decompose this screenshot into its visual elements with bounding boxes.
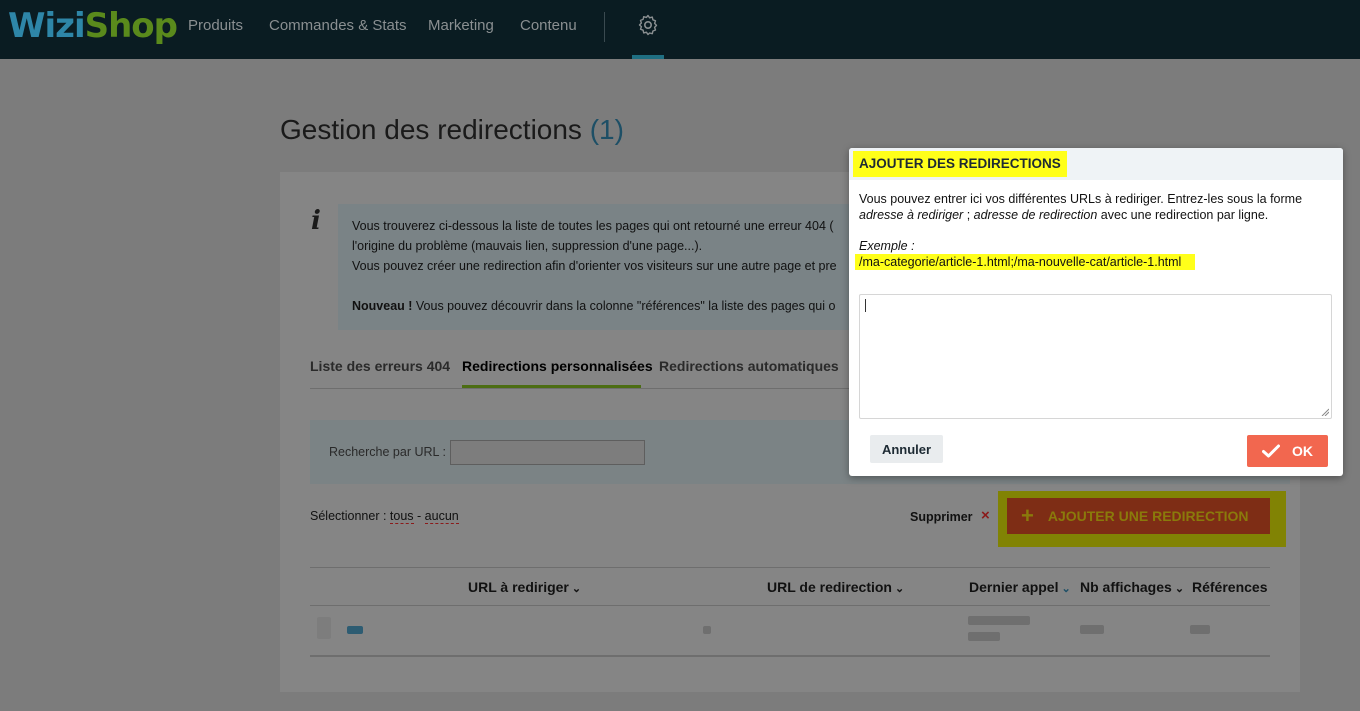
modal-instructions: Vous pouvez entrer ici vos différentes U…: [859, 192, 1303, 222]
col-url-destination[interactable]: URL de redirection ⌄: [767, 579, 904, 595]
cancel-button[interactable]: Annuler: [870, 435, 943, 463]
ok-button[interactable]: OK: [1247, 435, 1328, 467]
row-checkbox[interactable]: [317, 617, 331, 639]
chevron-down-icon: ⌄: [1061, 583, 1071, 595]
row-arrow: [703, 626, 711, 634]
chevron-down-icon: ⌄: [1174, 583, 1185, 595]
redirections-textarea[interactable]: [859, 294, 1332, 419]
selection-controls: Sélectionner : tous - aucun: [310, 509, 459, 524]
redirect-count: (1): [589, 114, 624, 145]
tab-erreurs-404[interactable]: Liste des erreurs 404: [310, 358, 450, 374]
delete-icon[interactable]: ×: [981, 507, 990, 524]
nav-contenu[interactable]: Contenu: [520, 17, 577, 34]
resize-handle-icon[interactable]: [1321, 408, 1329, 416]
row-last-call: [968, 616, 1030, 625]
example-label: Exemple :: [859, 239, 915, 253]
tab-redirections-automatiques[interactable]: Redirections automatiques: [659, 358, 839, 374]
add-redirect-button[interactable]: + AJOUTER UNE REDIRECTION: [1007, 498, 1270, 534]
row-last-call-time: [968, 632, 1000, 641]
row-source-url[interactable]: [347, 626, 363, 634]
tab-baseline: [310, 388, 850, 389]
example-value: /ma-categorie/article-1.html;/ma-nouvell…: [855, 254, 1196, 270]
info-icon: i: [311, 206, 321, 236]
top-navbar: WiziShop Produits Commandes & Stats Mark…: [0, 0, 1360, 59]
check-icon: [1262, 444, 1280, 458]
wizishop-logo[interactable]: WiziShop: [8, 6, 178, 46]
table-header-bottom-border: [310, 605, 1270, 606]
select-none-link[interactable]: aucun: [424, 509, 459, 524]
col-last-call[interactable]: Dernier appel ⌄: [969, 579, 1071, 595]
col-url-source[interactable]: URL à rediriger ⌄: [468, 579, 581, 595]
table-header-top-border: [310, 567, 1270, 568]
search-label: Recherche par URL :: [329, 445, 446, 459]
page-title: Gestion des redirections (1): [280, 114, 624, 145]
nav-produits[interactable]: Produits: [188, 17, 243, 34]
search-url-input[interactable]: [450, 440, 645, 465]
row-views: [1080, 625, 1104, 634]
col-references[interactable]: Références: [1192, 579, 1268, 595]
delete-button[interactable]: Supprimer: [910, 510, 973, 524]
chevron-down-icon: ⌄: [571, 583, 582, 595]
plus-icon: +: [1021, 503, 1034, 528]
text-caret: [865, 299, 866, 312]
tab-redirections-personnalisees[interactable]: Redirections personnalisées: [462, 358, 653, 374]
col-views[interactable]: Nb affichages ⌄: [1080, 579, 1184, 595]
info-notice: Vous trouverez ci-dessous la liste de to…: [338, 204, 858, 330]
nav-commandes-stats[interactable]: Commandes & Stats: [269, 17, 407, 34]
nav-divider: [604, 12, 605, 42]
modal-title: AJOUTER DES REDIRECTIONS: [853, 151, 1067, 177]
gear-icon[interactable]: [636, 13, 660, 37]
nav-marketing[interactable]: Marketing: [428, 17, 494, 34]
add-redirections-modal: AJOUTER DES REDIRECTIONS Vous pouvez ent…: [849, 148, 1343, 476]
modal-header: AJOUTER DES REDIRECTIONS: [849, 148, 1343, 180]
active-tab-indicator: [462, 385, 641, 388]
row-references: [1190, 625, 1210, 634]
table-bottom-border: [310, 655, 1270, 657]
select-all-link[interactable]: tous: [389, 509, 414, 524]
chevron-down-icon: ⌄: [895, 583, 905, 595]
active-nav-indicator: [632, 55, 664, 59]
